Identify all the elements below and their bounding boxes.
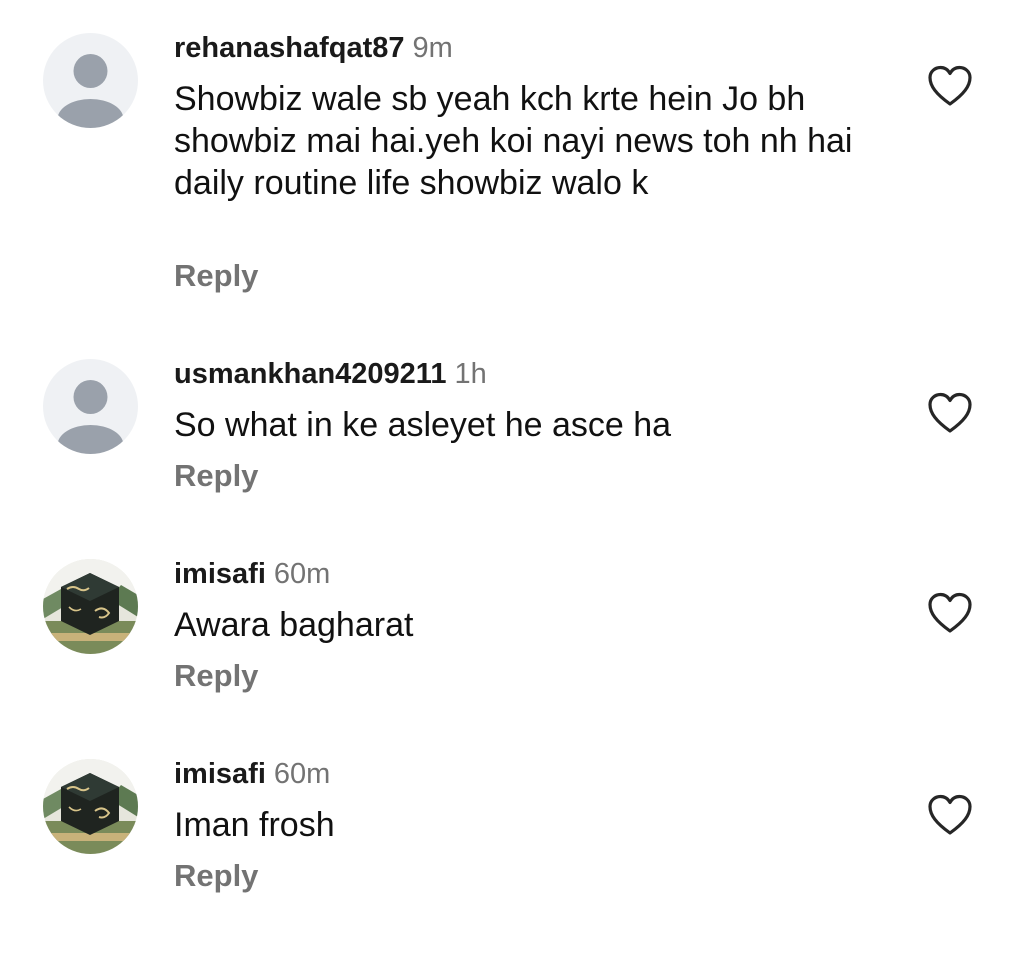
reply-button[interactable]: Reply (174, 458, 258, 494)
profile-photo-icon[interactable] (43, 759, 138, 854)
comment-text: Showbiz wale sb yeah kch krte hein Jo bh… (174, 80, 853, 202)
comment-timestamp: 9m (412, 32, 453, 64)
reply-button[interactable]: Reply (174, 858, 258, 894)
comment-timestamp: 1h (454, 358, 487, 390)
comment-username[interactable]: usmankhan4209211 (174, 358, 446, 390)
comment-meta: imisafi 60m (174, 556, 330, 592)
comment-item: imisafi 60m Iman frosh Reply (0, 756, 1024, 896)
comment-item: rehanashafqat87 9m Showbiz wale sb yeah k… (0, 30, 1024, 300)
comment-text: Iman frosh (174, 806, 335, 844)
reply-button[interactable]: Reply (174, 258, 258, 294)
comment-item: usmankhan4209211 1h So what in ke asleyet… (0, 356, 1024, 496)
comment-username[interactable]: rehanashafqat87 (174, 32, 405, 64)
comment-meta: imisafi 60m (174, 756, 330, 792)
heart-outline-icon[interactable] (927, 592, 973, 634)
comment-text: So what in ke asleyet he asce ha (174, 406, 672, 444)
comment-meta: rehanashafqat87 9m (174, 30, 453, 66)
comment-meta: usmankhan4209211 1h (174, 356, 487, 392)
profile-photo-icon[interactable] (43, 559, 138, 654)
comment-timestamp: 60m (273, 758, 331, 790)
comment-timestamp: 60m (273, 558, 331, 590)
default-avatar-icon[interactable] (43, 359, 138, 454)
comment-item: imisafi 60m Awara bagharat Reply (0, 556, 1024, 696)
comment-text: Awara bagharat (174, 606, 414, 644)
comment-username[interactable]: imisafi (174, 558, 266, 590)
heart-outline-icon[interactable] (927, 65, 973, 107)
reply-button[interactable]: Reply (174, 658, 258, 694)
heart-outline-icon[interactable] (927, 794, 973, 836)
comment-username[interactable]: imisafi (174, 758, 266, 790)
heart-outline-icon[interactable] (927, 392, 973, 434)
default-avatar-icon[interactable] (43, 33, 138, 128)
